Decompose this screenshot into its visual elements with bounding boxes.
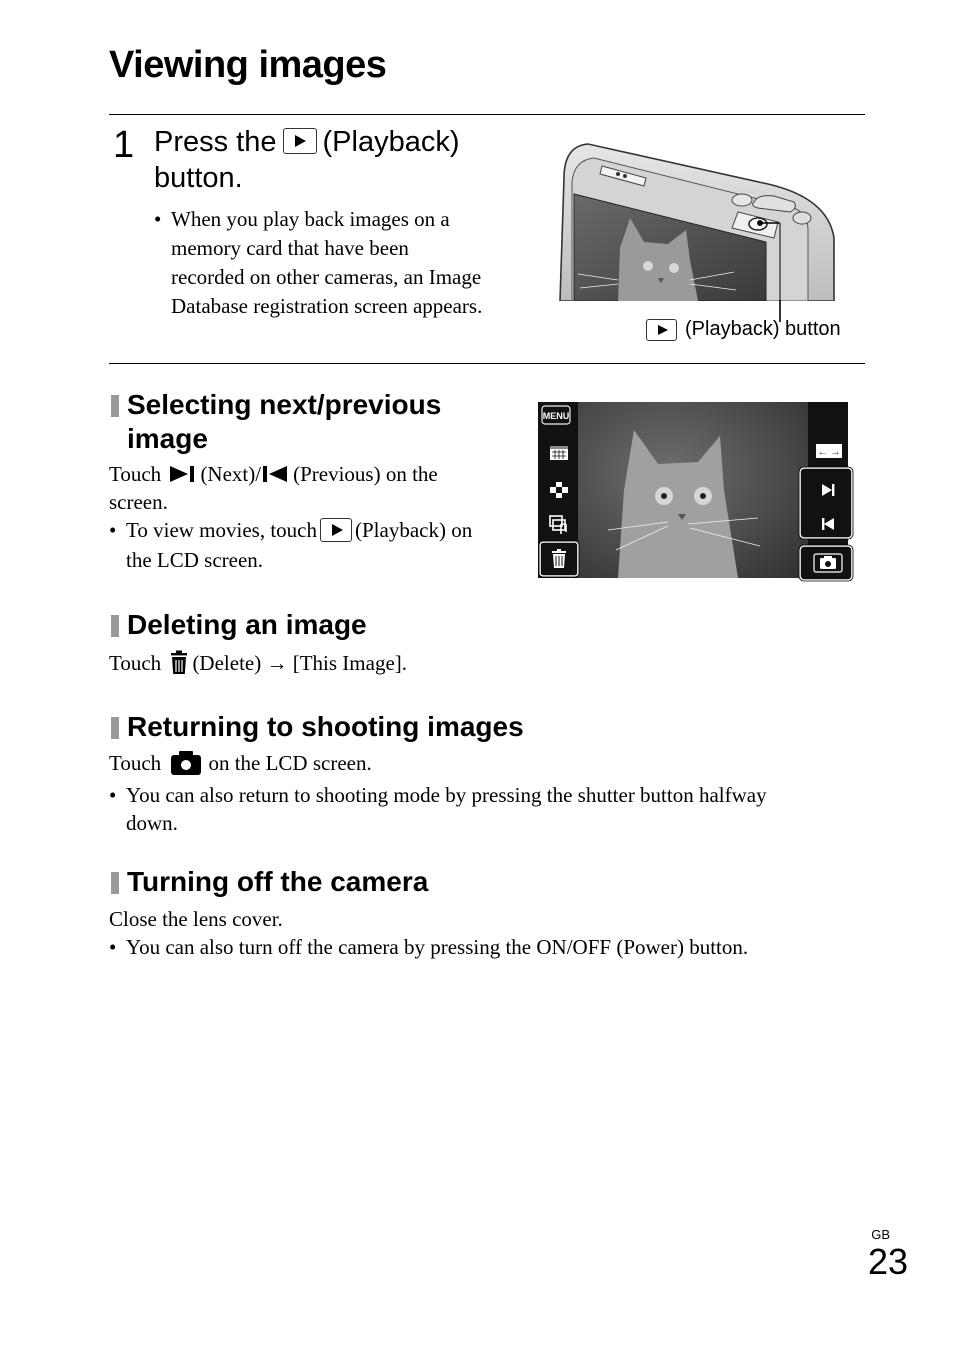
note-line: recorded on other cameras, an Image — [171, 265, 482, 289]
trash-icon — [171, 650, 188, 675]
delete-label: (Delete) — [192, 651, 262, 675]
bullet-text: You can also turn off the camera by pres… — [126, 935, 749, 959]
index-grid-icon — [550, 482, 568, 498]
camera-caption-text: (Playback) button — [685, 318, 841, 340]
heading-line: image — [127, 423, 208, 454]
bullet: • — [109, 935, 117, 959]
section-heading-next-previous: Selecting next/previous image — [109, 388, 441, 456]
page-title: Viewing images — [109, 44, 387, 86]
shooting-mode-button — [798, 544, 854, 582]
menu-label: MENU — [543, 411, 570, 421]
delete-button — [538, 540, 580, 578]
touch-text: Touch — [109, 651, 162, 675]
bullet-text: the LCD screen. — [126, 548, 264, 573]
delete-target: [This Image]. — [292, 651, 408, 675]
section-heading-turning-off: Turning off the camera — [109, 865, 428, 899]
next-previous-body: Touch (Next)/ (Previous) on the screen. •… — [109, 460, 529, 574]
menu-button: MENU — [541, 405, 571, 425]
turning-off-body: Close the lens cover. • You can also tur… — [109, 905, 869, 961]
bullet: • — [154, 207, 162, 231]
arrow-icon: → — [266, 651, 288, 675]
step-note: • When you play back images on a memory c… — [154, 205, 544, 321]
bullet: • — [109, 782, 117, 807]
section-marker — [111, 717, 119, 739]
note-line: Database registration screen appears. — [171, 294, 483, 318]
step-title-before: Press the — [154, 126, 277, 158]
returning-body: Touch on the LCD screen. • You can also … — [109, 749, 869, 837]
touch-text: Touch — [109, 751, 162, 775]
heading-text: Turning off the camera — [127, 866, 429, 897]
bullet-text: down. — [126, 810, 178, 835]
next-icon — [168, 464, 198, 484]
step-number: 1 — [113, 124, 135, 166]
lcd-screen-illustration: MENU ← → — [538, 402, 854, 582]
next-label: (Next)/ — [200, 462, 262, 486]
calendar-icon — [550, 446, 568, 460]
touch-text: Touch — [109, 462, 162, 486]
playback-icon — [646, 318, 677, 341]
section-marker — [111, 615, 119, 637]
section-heading-returning: Returning to shooting images — [109, 710, 524, 744]
next-previous-buttons — [798, 466, 854, 540]
scroll-button: ← → — [816, 444, 842, 458]
camera-illustration — [559, 143, 835, 301]
bullet: • — [109, 518, 117, 543]
bullet-text: You can also return to shooting mode by … — [126, 782, 767, 807]
camera-icon — [171, 750, 202, 775]
heading-text: Returning to shooting images — [127, 711, 524, 742]
step-title-line2: button. — [154, 162, 243, 194]
deleting-body: Touch (Delete) → [This Image]. — [109, 649, 407, 680]
camera-caption: (Playback) button — [646, 318, 841, 341]
body-line: screen. — [109, 490, 168, 515]
body-line: Close the lens cover. — [109, 907, 283, 931]
step-title: Press the (Playback) button. — [154, 124, 460, 196]
bullet-text: To view movies, touch — [126, 518, 317, 543]
note-line: memory card that have been — [171, 236, 409, 260]
previous-icon — [261, 464, 291, 484]
top-divider — [109, 114, 865, 115]
section-heading-deleting: Deleting an image — [109, 608, 367, 642]
previous-label: (Previous) on the — [293, 462, 438, 486]
heading-line: Selecting next/previous — [127, 389, 442, 420]
page-region-code: GB — [871, 1227, 890, 1242]
playback-icon — [320, 518, 352, 543]
scroll-arrows-icon: ← → — [818, 447, 841, 458]
bullet-text: (Playback) on — [355, 518, 473, 543]
section-marker — [111, 872, 119, 894]
returning-text: on the LCD screen. — [208, 751, 372, 775]
playback-icon — [282, 128, 317, 155]
step-title-after: (Playback) — [322, 126, 460, 158]
page-number: 23 — [867, 1241, 908, 1282]
note-line: When you play back images on a — [171, 207, 450, 231]
section-marker — [111, 395, 119, 417]
middle-divider — [109, 363, 865, 364]
heading-text: Deleting an image — [127, 609, 367, 640]
